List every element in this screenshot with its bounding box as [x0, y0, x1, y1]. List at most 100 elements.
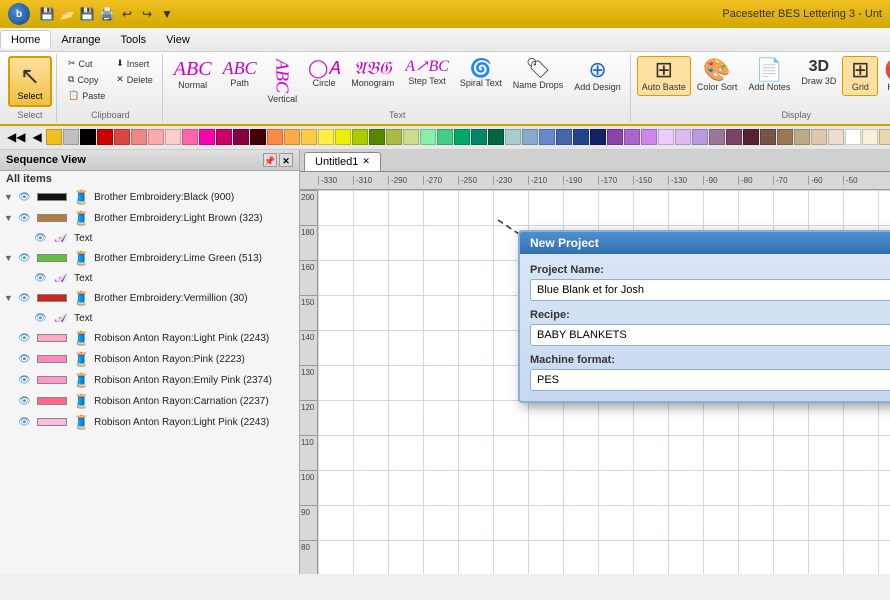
color-swatch-44[interactable] [794, 129, 810, 145]
vertical-button[interactable]: ABC Vertical [263, 56, 303, 108]
normal-button[interactable]: ABC Normal [169, 56, 217, 94]
color-swatch-10[interactable] [216, 129, 232, 145]
auto-baste-button[interactable]: ⊞ Auto Baste [637, 56, 691, 96]
add-notes-button[interactable]: 📄 Add Notes [743, 56, 795, 96]
seq-visibility-icon[interactable]: 👁 [18, 333, 31, 344]
name-drops-button[interactable]: 🏷 Name Drops [508, 56, 569, 94]
color-swatch-3[interactable] [97, 129, 113, 145]
machine-format-select[interactable]: PES [530, 369, 890, 391]
color-swatch-23[interactable] [437, 129, 453, 145]
color-swatch-36[interactable] [658, 129, 674, 145]
color-swatch-49[interactable] [879, 129, 890, 145]
seq-visibility-icon[interactable]: 👁 [34, 233, 47, 244]
sequence-list-item[interactable]: 👁𝒜Text [0, 269, 299, 288]
qa-save[interactable]: 💾 [38, 5, 56, 23]
color-swatch-0[interactable] [46, 129, 62, 145]
tab-close-button[interactable]: ✕ [362, 156, 370, 167]
qa-open[interactable]: 📂 [58, 5, 76, 23]
menu-tools[interactable]: Tools [110, 31, 156, 49]
color-swatch-5[interactable] [131, 129, 147, 145]
color-swatch-42[interactable] [760, 129, 776, 145]
color-swatch-19[interactable] [369, 129, 385, 145]
select-button[interactable]: ↖ Select [8, 56, 52, 107]
seq-visibility-icon[interactable]: 👁 [18, 417, 31, 428]
color-swatch-22[interactable] [420, 129, 436, 145]
sequence-list-item[interactable]: ▼👁🧵Brother Embroidery:Light Brown (323) [0, 208, 299, 229]
seq-visibility-icon[interactable]: 👁 [18, 293, 31, 304]
color-swatch-38[interactable] [692, 129, 708, 145]
sequence-list-item[interactable]: 👁🧵Robison Anton Rayon:Light Pink (2243) [0, 412, 299, 433]
qa-save2[interactable]: 💾 [78, 5, 96, 23]
qa-dropdown[interactable]: ▼ [158, 5, 176, 23]
sequence-list-item[interactable]: 👁🧵Robison Anton Rayon:Emily Pink (2374) [0, 370, 299, 391]
color-swatch-35[interactable] [641, 129, 657, 145]
insert-button[interactable]: ⬇ Insert [111, 56, 158, 71]
color-swatch-8[interactable] [182, 129, 198, 145]
color-swatch-34[interactable] [624, 129, 640, 145]
color-swatch-30[interactable] [556, 129, 572, 145]
menu-view[interactable]: View [156, 31, 200, 49]
seq-visibility-icon[interactable]: 👁 [18, 213, 31, 224]
delete-button[interactable]: ✕ Delete [111, 72, 158, 87]
color-swatch-13[interactable] [267, 129, 283, 145]
color-swatch-31[interactable] [573, 129, 589, 145]
color-swatch-12[interactable] [250, 129, 266, 145]
sequence-list-item[interactable]: 👁𝒜Text [0, 229, 299, 248]
color-swatch-4[interactable] [114, 129, 130, 145]
color-swatch-48[interactable] [862, 129, 878, 145]
hoop-button[interactable]: ⭕ Hoop [879, 56, 890, 96]
grid-button[interactable]: ⊞ Grid [842, 56, 878, 96]
seq-visibility-icon[interactable]: 👁 [18, 375, 31, 386]
draw-3d-button[interactable]: 3D Draw 3D [796, 56, 841, 90]
sequence-list-item[interactable]: ▼👁🧵Brother Embroidery:Lime Green (513) [0, 248, 299, 269]
color-swatch-46[interactable] [828, 129, 844, 145]
color-swatch-17[interactable] [335, 129, 351, 145]
sequence-list-item[interactable]: 👁🧵Robison Anton Rayon:Light Pink (2243) [0, 328, 299, 349]
sequence-list-item[interactable]: 👁𝒜Text [0, 309, 299, 328]
monogram-button[interactable]: 𝔄𝔅𝔊 Monogram [346, 56, 399, 92]
canvas-grid[interactable]: New Project Project Name: Recipe: [318, 190, 890, 574]
color-swatch-6[interactable] [148, 129, 164, 145]
color-swatch-2[interactable] [80, 129, 96, 145]
seq-close-button[interactable]: ✕ [279, 153, 293, 167]
color-swatch-33[interactable] [607, 129, 623, 145]
seq-visibility-icon[interactable]: 👁 [18, 253, 31, 264]
cut-button[interactable]: ✂ Cut [63, 56, 110, 71]
color-swatch-40[interactable] [726, 129, 742, 145]
step-text-button[interactable]: A↗BC Step Text [400, 56, 454, 90]
seq-visibility-icon[interactable]: 👁 [18, 396, 31, 407]
color-swatch-41[interactable] [743, 129, 759, 145]
seq-pin-button[interactable]: 📌 [263, 153, 277, 167]
spiral-text-button[interactable]: 🌀 Spiral Text [455, 56, 507, 92]
color-swatch-25[interactable] [471, 129, 487, 145]
palette-prev-prev[interactable]: ◀◀ [4, 130, 28, 144]
color-swatch-37[interactable] [675, 129, 691, 145]
sequence-list-item[interactable]: 👁🧵Robison Anton Rayon:Carnation (2237) [0, 391, 299, 412]
color-swatch-28[interactable] [522, 129, 538, 145]
path-button[interactable]: ABC Path [218, 56, 262, 92]
color-swatch-18[interactable] [352, 129, 368, 145]
copy-button[interactable]: ⧉ Copy [63, 72, 110, 87]
add-design-button[interactable]: ⊕ Add Design [569, 56, 626, 96]
menu-arrange[interactable]: Arrange [51, 31, 110, 49]
sequence-list-item[interactable]: ▼👁🧵Brother Embroidery:Vermillion (30) [0, 288, 299, 309]
color-swatch-1[interactable] [63, 129, 79, 145]
qa-print[interactable]: 🖨️ [98, 5, 116, 23]
qa-redo[interactable]: ↪ [138, 5, 156, 23]
color-swatch-14[interactable] [284, 129, 300, 145]
menu-home[interactable]: Home [0, 30, 51, 49]
sequence-list-item[interactable]: ▼👁🧵Brother Embroidery:Black (900) [0, 187, 299, 208]
tab-untitled1[interactable]: Untitled1 ✕ [304, 152, 381, 171]
palette-prev[interactable]: ◀ [29, 130, 44, 144]
color-swatch-20[interactable] [386, 129, 402, 145]
sequence-list-item[interactable]: 👁🧵Robison Anton Rayon:Pink (2223) [0, 349, 299, 370]
color-swatch-29[interactable] [539, 129, 555, 145]
paste-button[interactable]: 📋 Paste [63, 88, 110, 103]
color-swatch-21[interactable] [403, 129, 419, 145]
recipe-select[interactable]: BABY BLANKETS [530, 324, 890, 346]
seq-visibility-icon[interactable]: 👁 [34, 313, 47, 324]
color-swatch-24[interactable] [454, 129, 470, 145]
seq-visibility-icon[interactable]: 👁 [34, 273, 47, 284]
circle-button[interactable]: ◯𝐴 Circle [303, 56, 345, 92]
color-swatch-32[interactable] [590, 129, 606, 145]
